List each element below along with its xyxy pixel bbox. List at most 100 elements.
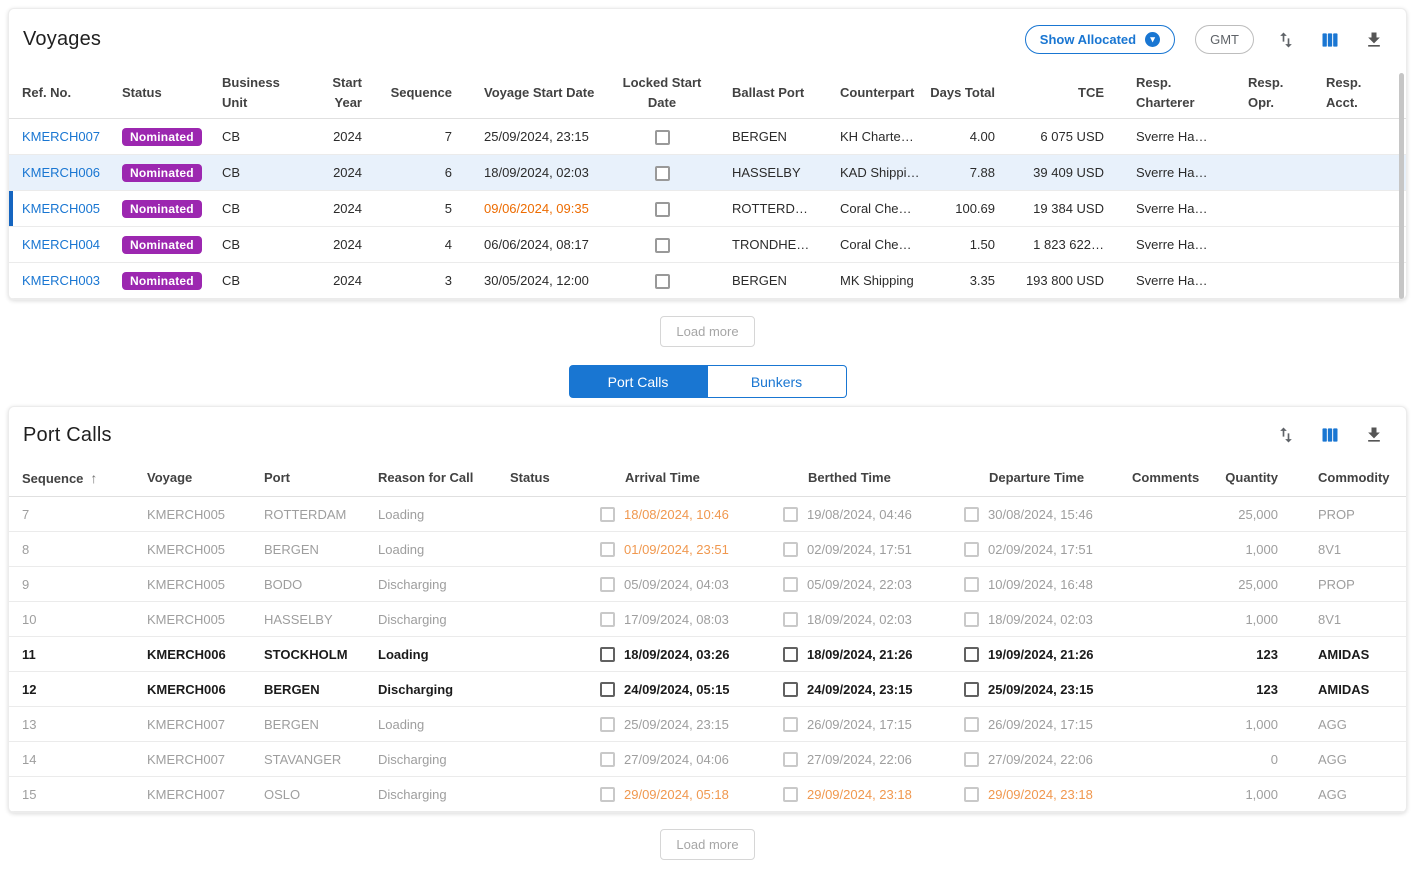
column-header-locked-start-date[interactable]: Locked Start Date (622, 73, 712, 112)
arrival-time-checkbox[interactable] (600, 787, 615, 802)
arrival-time-checkbox[interactable] (600, 507, 615, 522)
arrival-time-checkbox[interactable] (600, 682, 615, 697)
reason-for-call-cell: Discharging (378, 612, 510, 627)
berthed-time-cell: 29/09/2024, 23:18 (783, 787, 964, 802)
departure-time-checkbox[interactable] (964, 752, 979, 767)
port-calls-load-more-button[interactable]: Load more (660, 829, 754, 860)
voyage-row[interactable]: KMERCH007NominatedCB2024725/09/2024, 23:… (9, 119, 1406, 155)
column-header-ballast-port[interactable]: Ballast Port (712, 83, 820, 103)
voyage-row[interactable]: KMERCH004NominatedCB2024406/06/2024, 08:… (9, 227, 1406, 263)
column-header-sequence[interactable]: Sequence (372, 83, 462, 103)
days-total-cell: 1.50 (930, 237, 1005, 252)
column-header-commodity[interactable]: Commodity (1288, 468, 1392, 488)
voyage-row[interactable]: KMERCH005NominatedCB2024509/06/2024, 09:… (9, 191, 1406, 227)
port-call-row[interactable]: 14KMERCH007STAVANGERDischarging27/09/202… (9, 742, 1406, 777)
counterpart-cell: KAD Shipping (820, 165, 930, 180)
column-header-status[interactable]: Status (510, 468, 600, 488)
voyage-ref-link[interactable]: KMERCH003 (22, 273, 100, 288)
port-call-row[interactable]: 8KMERCH005BERGENLoading01/09/2024, 23:51… (9, 532, 1406, 567)
port-call-row[interactable]: 10KMERCH005HASSELBYDischarging17/09/2024… (9, 602, 1406, 637)
column-header-berthed-time[interactable]: Berthed Time (783, 468, 964, 488)
column-header-status[interactable]: Status (122, 83, 222, 103)
locked-start-date-cell (622, 272, 712, 288)
locked-start-date-checkbox[interactable] (655, 130, 670, 145)
berthed-time-checkbox[interactable] (783, 647, 798, 662)
column-header-counterpart[interactable]: Counterpart (820, 83, 930, 103)
port-call-row[interactable]: 13KMERCH007BERGENLoading25/09/2024, 23:1… (9, 707, 1406, 742)
departure-time-checkbox[interactable] (964, 787, 979, 802)
column-header-quantity[interactable]: Quantity (1212, 468, 1288, 488)
port-call-row[interactable]: 12KMERCH006BERGENDischarging24/09/2024, … (9, 672, 1406, 707)
column-header-start-year[interactable]: Start Year (317, 73, 372, 112)
arrival-time-checkbox[interactable] (600, 577, 615, 592)
column-header-voyage-start-date[interactable]: Voyage Start Date (462, 83, 622, 103)
column-header-resp-acct[interactable]: Resp. Acct. (1316, 73, 1394, 112)
column-header-departure-time[interactable]: Departure Time (964, 468, 1132, 488)
column-header-tce[interactable]: TCE (1005, 83, 1126, 103)
departure-time-checkbox[interactable] (964, 717, 979, 732)
tab-bunkers[interactable]: Bunkers (708, 365, 847, 398)
timezone-button[interactable]: GMT (1195, 25, 1254, 54)
tce-cell: 6 075 USD (1005, 129, 1126, 144)
arrival-time-checkbox[interactable] (600, 647, 615, 662)
columns-icon[interactable] (1318, 423, 1342, 447)
departure-time-checkbox[interactable] (964, 542, 979, 557)
column-header-business-unit[interactable]: Business Unit (222, 73, 317, 112)
sort-icon[interactable] (1274, 423, 1298, 447)
download-icon[interactable] (1362, 423, 1386, 447)
download-icon[interactable] (1362, 28, 1386, 52)
arrival-time-checkbox[interactable] (600, 612, 615, 627)
departure-time-checkbox[interactable] (964, 612, 979, 627)
departure-time-checkbox[interactable] (964, 577, 979, 592)
column-header-ref-no[interactable]: Ref. No. (22, 83, 122, 103)
berthed-time-checkbox[interactable] (783, 612, 798, 627)
arrival-time-checkbox[interactable] (600, 717, 615, 732)
column-header-days-total[interactable]: Days Total (930, 83, 1005, 103)
voyages-load-more-button[interactable]: Load more (660, 316, 754, 347)
port-call-row[interactable]: 11KMERCH006STOCKHOLMLoading18/09/2024, 0… (9, 637, 1406, 672)
locked-start-date-checkbox[interactable] (655, 238, 670, 253)
port-call-row[interactable]: 9KMERCH005BODODischarging05/09/2024, 04:… (9, 567, 1406, 602)
show-allocated-dropdown[interactable]: Show Allocated ▾ (1025, 25, 1175, 54)
column-header-voyage[interactable]: Voyage (147, 468, 264, 488)
berthed-time-checkbox[interactable] (783, 507, 798, 522)
business-unit-cell: CB (222, 201, 317, 216)
column-header-sequence[interactable]: Sequence↑ (22, 468, 147, 489)
voyage-row[interactable]: KMERCH006NominatedCB2024618/09/2024, 02:… (9, 155, 1406, 191)
locked-start-date-checkbox[interactable] (655, 274, 670, 289)
sort-icon[interactable] (1274, 28, 1298, 52)
voyage-row[interactable]: KMERCH003NominatedCB2024330/05/2024, 12:… (9, 263, 1406, 299)
port-call-row[interactable]: 7KMERCH005ROTTERDAMLoading18/08/2024, 10… (9, 497, 1406, 532)
arrival-time-checkbox[interactable] (600, 752, 615, 767)
departure-time-checkbox[interactable] (964, 682, 979, 697)
voyage-ref-link[interactable]: KMERCH004 (22, 237, 100, 252)
tab-port-calls[interactable]: Port Calls (569, 365, 708, 398)
departure-time-checkbox[interactable] (964, 507, 979, 522)
locked-start-date-checkbox[interactable] (655, 202, 670, 217)
time-value: 05/09/2024, 04:03 (624, 577, 729, 592)
column-header-reason-for-call[interactable]: Reason for Call (378, 468, 510, 488)
port-call-row[interactable]: 15KMERCH007OSLODischarging29/09/2024, 05… (9, 777, 1406, 812)
quantity-cell: 1,000 (1212, 717, 1288, 732)
voyage-ref-link[interactable]: KMERCH006 (22, 165, 100, 180)
column-header-resp-opr[interactable]: Resp. Opr. (1238, 73, 1316, 112)
column-header-port[interactable]: Port (264, 468, 378, 488)
berthed-time-checkbox[interactable] (783, 752, 798, 767)
berthed-time-checkbox[interactable] (783, 717, 798, 732)
voyage-ref-link[interactable]: KMERCH005 (22, 201, 100, 216)
vertical-scrollbar[interactable] (1399, 73, 1404, 299)
berthed-time-checkbox[interactable] (783, 577, 798, 592)
column-header-resp-charterer[interactable]: Resp. Charterer (1126, 73, 1238, 112)
berthed-time-checkbox[interactable] (783, 542, 798, 557)
arrival-time-cell: 24/09/2024, 05:15 (600, 682, 783, 697)
berthed-time-checkbox[interactable] (783, 787, 798, 802)
arrival-time-checkbox[interactable] (600, 542, 615, 557)
column-header-arrival-time[interactable]: Arrival Time (600, 468, 783, 488)
berthed-time-checkbox[interactable] (783, 682, 798, 697)
columns-icon[interactable] (1318, 28, 1342, 52)
voyage-ref-link[interactable]: KMERCH007 (22, 129, 100, 144)
departure-time-checkbox[interactable] (964, 647, 979, 662)
column-header-comments[interactable]: Comments (1132, 468, 1212, 488)
locked-start-date-cell (622, 164, 712, 180)
locked-start-date-checkbox[interactable] (655, 166, 670, 181)
